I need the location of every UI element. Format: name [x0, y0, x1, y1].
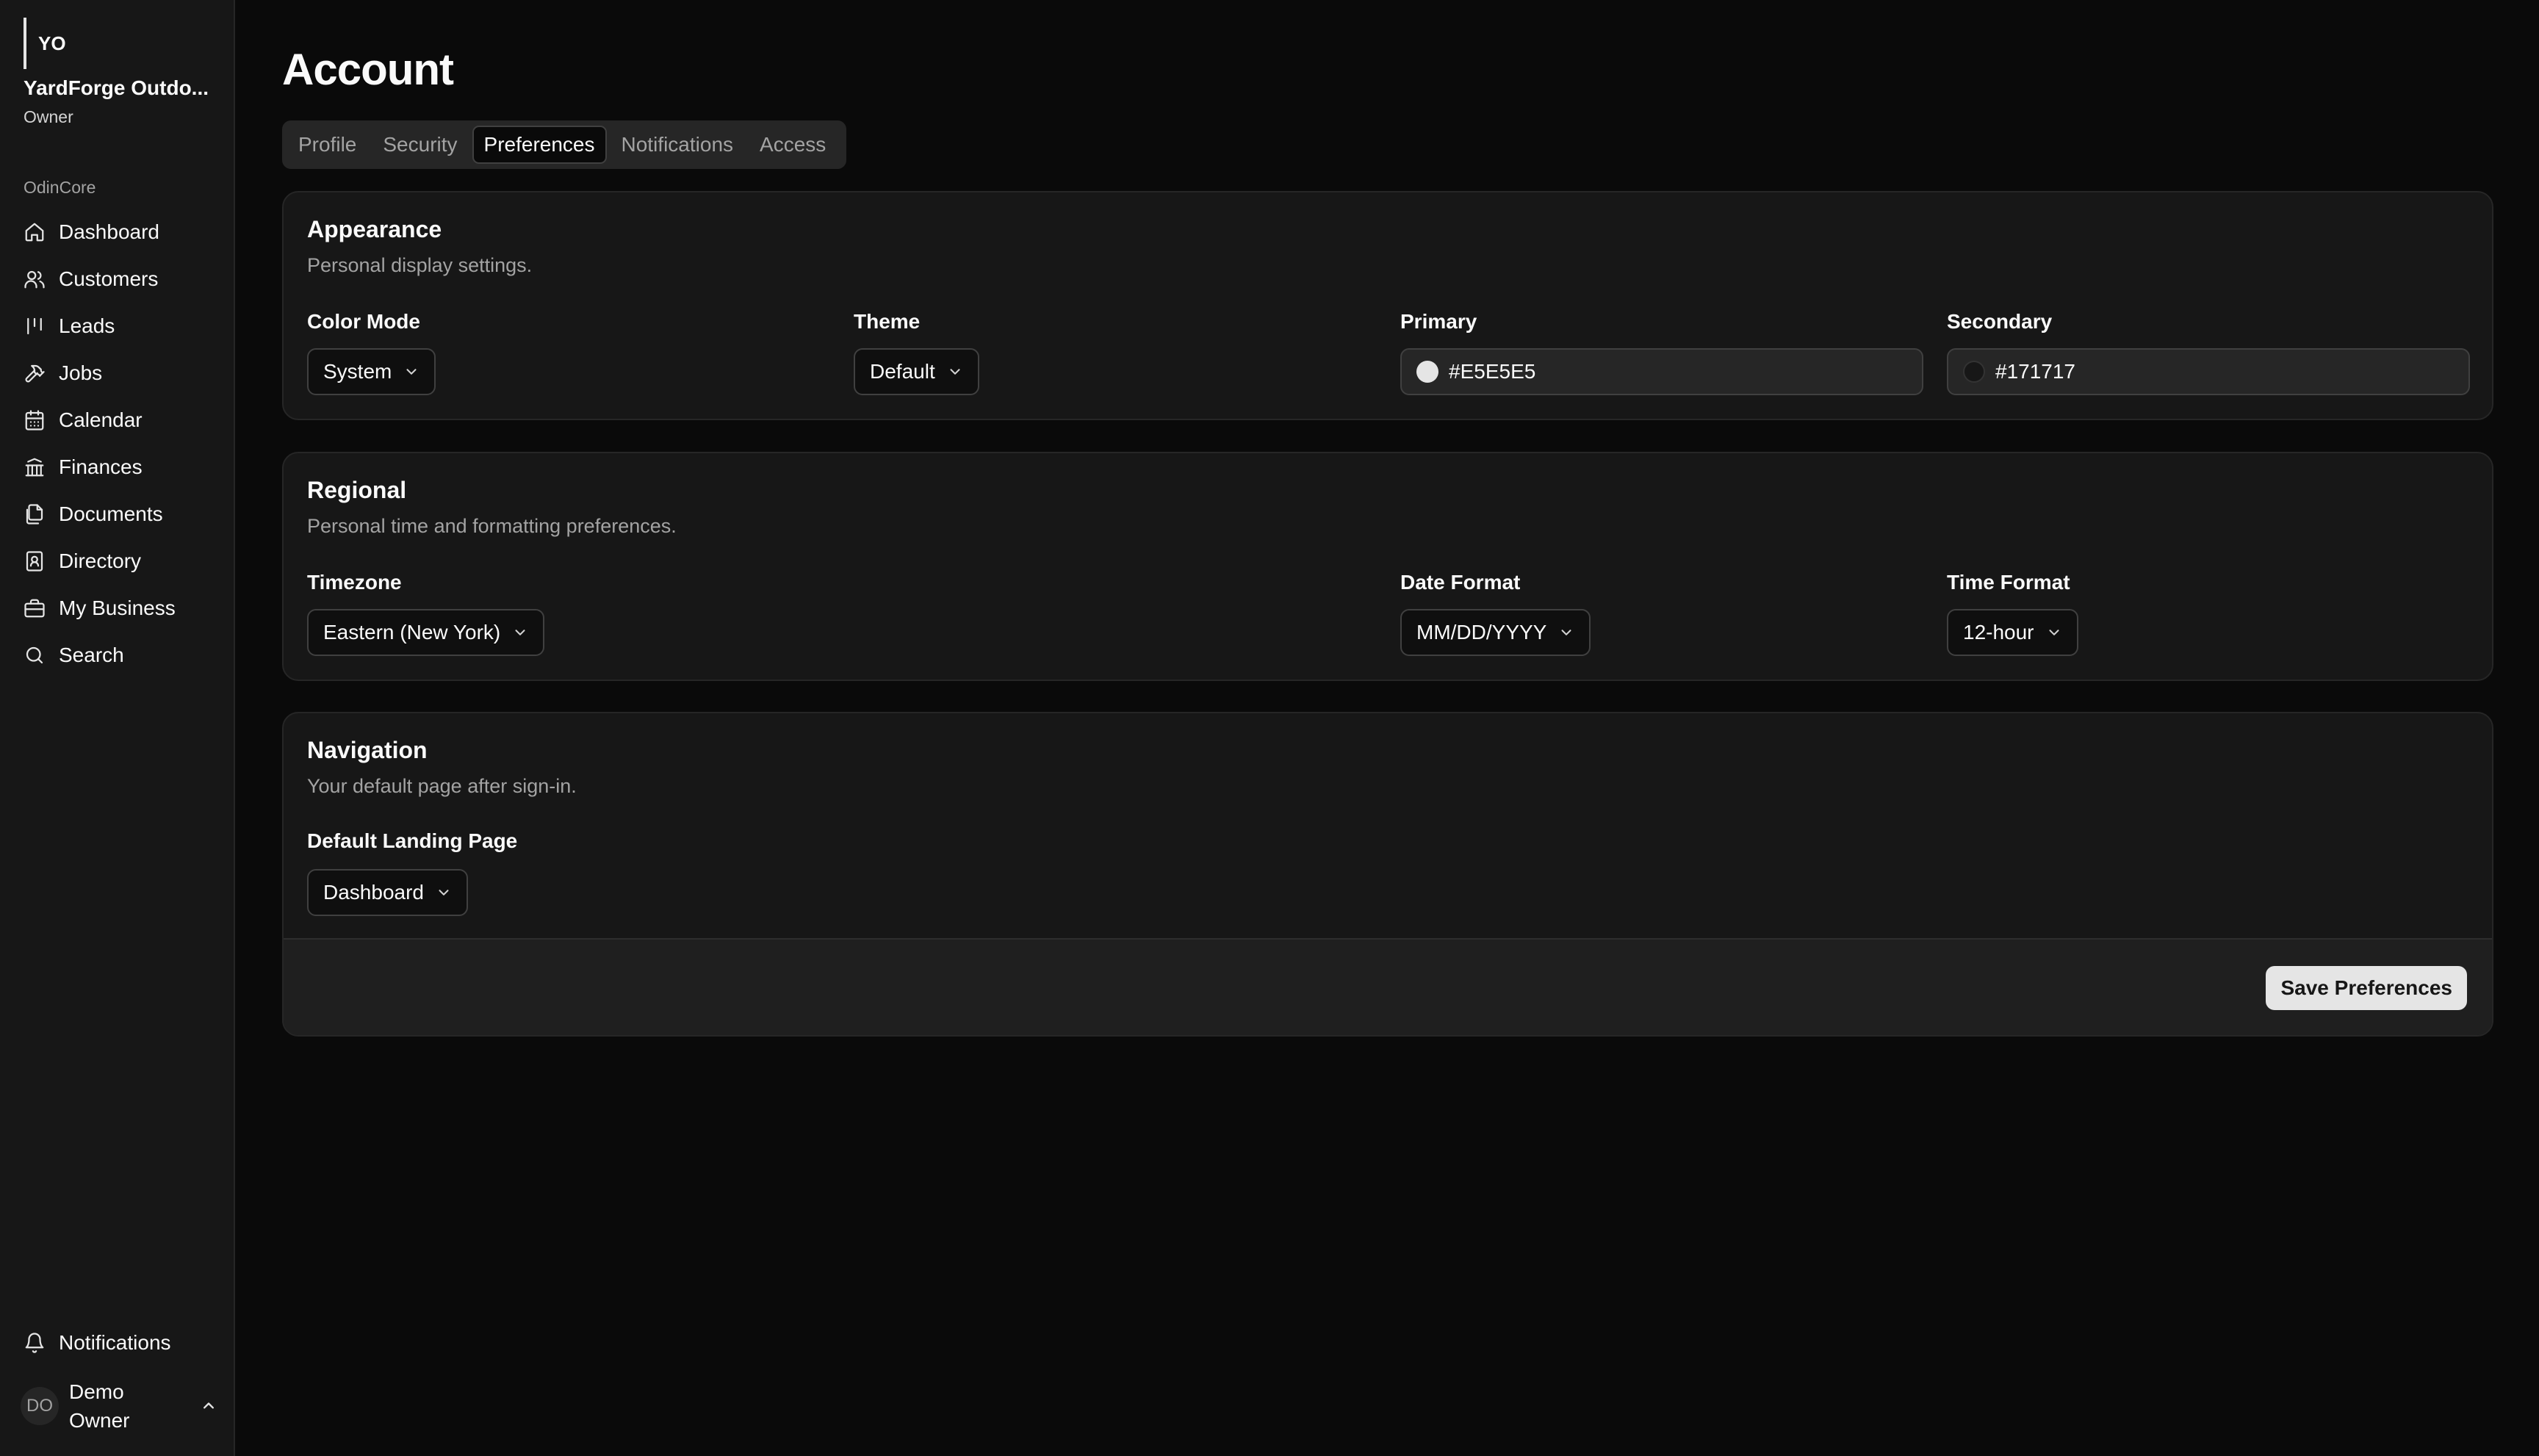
home-icon: [24, 221, 46, 243]
time-format-select[interactable]: 12-hour: [1947, 609, 2078, 656]
sidebar-item-directory[interactable]: Directory: [15, 541, 222, 582]
chevron-down-icon: [436, 884, 452, 901]
nav-group-label: OdinCore: [24, 178, 96, 197]
select-value: System: [323, 360, 392, 383]
select-value: Eastern (New York): [323, 621, 501, 644]
hammer-icon: [24, 362, 46, 384]
sidebar-notifications[interactable]: Notifications: [15, 1322, 222, 1363]
calendar-icon: [24, 409, 46, 431]
card-description: Your default page after sign-in.: [307, 775, 577, 797]
timezone-label: Timezone: [307, 571, 402, 594]
sidebar-item-finances[interactable]: Finances: [15, 447, 222, 488]
save-preferences-button[interactable]: Save Preferences: [2266, 966, 2467, 1010]
chevron-down-icon: [1558, 624, 1574, 641]
select-value: Dashboard: [323, 881, 424, 904]
timezone-select[interactable]: Eastern (New York): [307, 609, 545, 656]
sidebar-item-label: Leads: [59, 314, 115, 337]
sidebar-item-my-business[interactable]: My Business: [15, 588, 222, 629]
tab-security[interactable]: Security: [371, 126, 469, 164]
bank-icon: [24, 456, 46, 478]
landing-page-select[interactable]: Dashboard: [307, 869, 468, 916]
date-format-label: Date Format: [1400, 571, 1521, 594]
sidebar-item-search[interactable]: Search: [15, 635, 222, 676]
search-icon: [24, 644, 46, 666]
secondary-color-input[interactable]: #171717: [1947, 348, 2470, 395]
card-description: Personal display settings.: [307, 254, 533, 276]
sidebar-item-jobs[interactable]: Jobs: [15, 353, 222, 394]
primary-color-input[interactable]: #E5E5E5: [1400, 348, 1923, 395]
card-footer: Save Preferences: [284, 938, 2492, 1035]
card-description: Personal time and formatting preferences…: [307, 515, 677, 537]
sidebar-item-label: Jobs: [59, 361, 103, 384]
chevron-up-icon: [198, 1396, 219, 1416]
secondary-color-value: #171717: [1995, 360, 2076, 383]
time-format-label: Time Format: [1947, 571, 2070, 594]
tab-profile[interactable]: Profile: [287, 126, 368, 164]
sidebar-item-label: Search: [59, 644, 124, 666]
org-name[interactable]: YardForge Outdo...: [24, 76, 222, 100]
org-logo[interactable]: YO: [24, 18, 68, 69]
select-value: 12-hour: [1963, 621, 2034, 644]
avatar: DO: [21, 1387, 59, 1425]
landing-page-label: Default Landing Page: [307, 829, 518, 852]
color-mode-label: Color Mode: [307, 310, 420, 333]
secondary-color-swatch[interactable]: [1963, 361, 1985, 383]
briefcase-icon: [24, 597, 46, 619]
navigation-card: Navigation Your default page after sign-…: [282, 712, 2493, 1037]
org-role: Owner: [24, 107, 73, 126]
bell-icon: [24, 1332, 46, 1354]
theme-label: Theme: [854, 310, 921, 333]
sidebar-nav: Dashboard Customers Leads Jobs Calendar: [15, 212, 222, 682]
user-menu[interactable]: DO Demo Owner: [21, 1377, 219, 1435]
documents-icon: [24, 503, 46, 525]
contact-book-icon: [24, 550, 46, 572]
tab-access[interactable]: Access: [748, 126, 838, 164]
sidebar-item-label: Customers: [59, 267, 159, 290]
select-value: Default: [870, 360, 935, 383]
card-title: Regional: [307, 477, 407, 503]
primary-color-label: Primary: [1400, 310, 1477, 333]
select-value: MM/DD/YYYY: [1416, 621, 1547, 644]
chevron-down-icon: [2046, 624, 2062, 641]
color-mode-select[interactable]: System: [307, 348, 436, 395]
page-title: Account: [282, 45, 454, 94]
sidebar-item-leads[interactable]: Leads: [15, 306, 222, 347]
secondary-color-label: Secondary: [1947, 310, 2053, 333]
tab-notifications[interactable]: Notifications: [610, 126, 746, 164]
sidebar-item-label: Finances: [59, 455, 143, 478]
primary-color-value: #E5E5E5: [1449, 360, 1536, 383]
sidebar-item-customers[interactable]: Customers: [15, 259, 222, 300]
regional-card: Regional Personal time and formatting pr…: [282, 452, 2493, 681]
sidebar-item-label: Directory: [59, 549, 142, 572]
chevron-down-icon: [947, 364, 963, 380]
users-icon: [24, 268, 46, 290]
primary-color-swatch[interactable]: [1416, 361, 1438, 383]
kanban-icon: [24, 315, 46, 337]
date-format-select[interactable]: MM/DD/YYYY: [1400, 609, 1591, 656]
sidebar-item-calendar[interactable]: Calendar: [15, 400, 222, 441]
theme-select[interactable]: Default: [854, 348, 979, 395]
sidebar-item-label: Documents: [59, 502, 163, 525]
card-title: Navigation: [307, 737, 428, 763]
sidebar-item-dashboard[interactable]: Dashboard: [15, 212, 222, 253]
account-tabs: Profile Security Preferences Notificatio…: [282, 120, 846, 169]
appearance-card: Appearance Personal display settings. Co…: [282, 191, 2493, 420]
chevron-down-icon: [512, 624, 528, 641]
sidebar-item-label: My Business: [59, 597, 176, 619]
sidebar: YO YardForge Outdo... Owner OdinCore Das…: [0, 0, 235, 1456]
card-title: Appearance: [307, 216, 442, 242]
sidebar-item-documents[interactable]: Documents: [15, 494, 222, 535]
chevron-down-icon: [403, 364, 419, 380]
user-name: Demo Owner: [69, 1380, 130, 1432]
sidebar-item-label: Calendar: [59, 408, 143, 431]
sidebar-item-label: Dashboard: [59, 220, 159, 243]
tab-preferences[interactable]: Preferences: [472, 126, 607, 164]
notifications-label: Notifications: [59, 1331, 171, 1354]
